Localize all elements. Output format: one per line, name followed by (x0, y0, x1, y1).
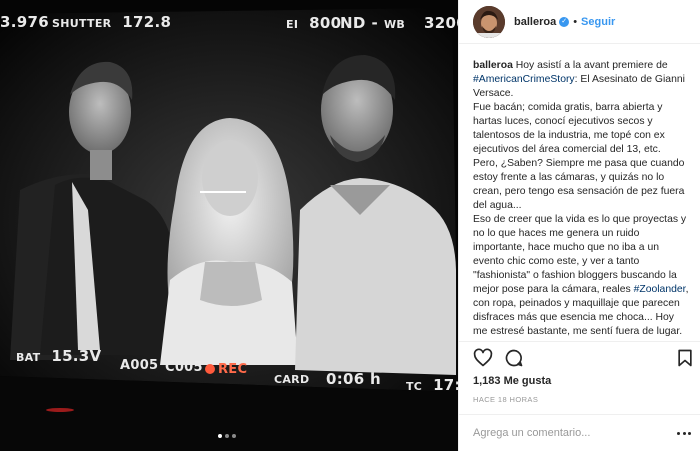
caption-username[interactable]: balleroa (473, 60, 513, 71)
comment-bubble-icon[interactable] (504, 348, 524, 368)
likes-count[interactable]: 1,183 Me gusta (473, 375, 551, 387)
hud-nd-label: ND (340, 14, 366, 32)
post-photo[interactable]: 3.976 SHUTTER 172.8 EI 800 ND - WB 3200 … (0, 0, 458, 451)
carousel-indicator (218, 434, 236, 438)
carousel-dot[interactable] (218, 434, 222, 438)
post-side-panel: balleroa ✓ • Seguir balleroa Hoy asistí … (458, 0, 700, 451)
header-separator: • (573, 15, 578, 28)
more-options-icon[interactable] (677, 428, 691, 438)
hud-shutter-value: 172.8 (122, 13, 172, 31)
hud-rec-label: REC (218, 362, 248, 377)
hud-iso: 3.976 (0, 12, 49, 31)
hud-ei-label: EI (286, 18, 299, 31)
hud-shutter-label: SHUTTER (52, 17, 112, 30)
post-timestamp[interactable]: HACE 18 HORAS (473, 395, 538, 404)
divider (459, 341, 700, 342)
hud-clip-c: C005 (165, 356, 203, 375)
comment-box (459, 414, 700, 451)
hud-nd: ND - (340, 13, 378, 32)
hud-nd-value: - (371, 14, 379, 32)
hud-wb: WB 3200 (384, 13, 458, 32)
comment-input[interactable] (473, 427, 673, 439)
post-header: balleroa ✓ • Seguir (459, 0, 700, 44)
bookmark-icon[interactable] (675, 348, 695, 368)
post-caption: balleroa Hoy asistí a la avant premiere … (473, 59, 691, 342)
hud-tc-value: 17:1 (433, 376, 458, 394)
verified-badge-icon: ✓ (559, 16, 570, 27)
rec-dot-icon (205, 364, 215, 374)
hud-tc-label: TC (406, 380, 423, 393)
hud-iso-value: 3.976 (0, 13, 49, 31)
caption-paragraph: Fue bacán; comida gratis, barra abierta … (473, 102, 665, 155)
hud-bat-label: BAT (16, 351, 41, 364)
hashtag-link[interactable]: #Zoolander (634, 284, 686, 295)
carousel-dot[interactable] (232, 434, 236, 438)
hud-wb-value: 3200 (424, 14, 458, 32)
heart-icon[interactable] (473, 348, 493, 368)
follow-button[interactable]: Seguir (581, 16, 615, 28)
hud-card: CARD (274, 368, 314, 387)
photo-image (0, 8, 458, 451)
hud-time-value: 0:06 h (326, 370, 382, 388)
hud-time: 0:06 h (326, 369, 381, 388)
hud-shutter: SHUTTER 172.8 (52, 12, 171, 31)
hud-timecode: TC 17:1 (406, 375, 458, 394)
hashtag-link[interactable]: #AmericanCrimeStory (473, 74, 575, 85)
header-username[interactable]: balleroa (514, 16, 556, 28)
hud-wb-label: WB (384, 18, 406, 31)
carousel-dot[interactable] (225, 434, 229, 438)
avatar-image (473, 5, 505, 38)
hud-clip-c-value: C005 (165, 360, 203, 375)
hud-battery: BAT 15.3V (16, 346, 101, 365)
hud-clip-a: A005 (120, 354, 158, 373)
hud-ei: EI 800 (286, 13, 341, 32)
hud-rec: REC (205, 358, 247, 377)
hud-ei-value: 800 (309, 14, 342, 32)
hud-bat-value: 15.3V (51, 347, 102, 365)
action-bar (473, 348, 695, 370)
hud-clip-a-value: A005 (120, 358, 159, 373)
caption-paragraph: Pero, ¿Saben? Siempre me pasa que cuando… (473, 158, 685, 211)
caption-text-1: Hoy asistí a la avant premiere de (515, 60, 668, 71)
avatar[interactable] (473, 5, 505, 38)
hud-card-label: CARD (274, 373, 310, 386)
caption-text-4: Eso de creer que la vida es lo que proye… (473, 214, 687, 295)
